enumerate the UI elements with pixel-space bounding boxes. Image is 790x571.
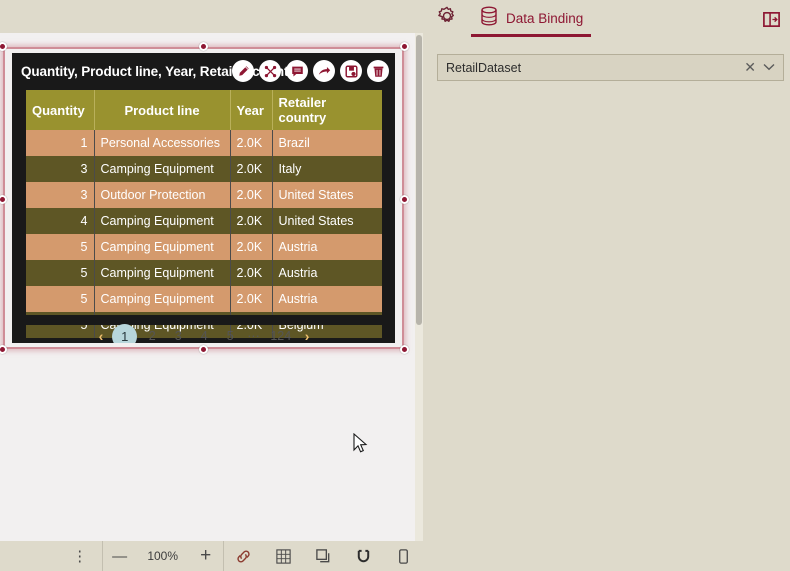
dataset-selector[interactable]: RetailDataset ✕ bbox=[437, 54, 784, 81]
table-row: 5 Camping Equipment 2.0K Austria bbox=[26, 234, 382, 260]
data-binding-tab-label: Data Binding bbox=[506, 11, 584, 26]
canvas-vertical-scrollbar[interactable] bbox=[415, 33, 423, 541]
dataset-name: RetailDataset bbox=[446, 60, 522, 75]
zoom-out-button[interactable]: — bbox=[103, 541, 137, 571]
table-row: 5 Camping Equipment 2.0K Austria bbox=[26, 260, 382, 286]
clear-dataset-icon[interactable]: ✕ bbox=[737, 59, 763, 76]
cell-year: 2.0K bbox=[230, 260, 273, 286]
bottom-toolbar: ⋮ — 100% + bbox=[0, 541, 423, 571]
column-header[interactable]: Product line bbox=[94, 90, 231, 130]
cell-retailer-country: Austria bbox=[272, 286, 382, 312]
cell-year: 2.0K bbox=[230, 234, 273, 260]
database-icon bbox=[479, 5, 499, 32]
cell-product-line: Camping Equipment bbox=[94, 208, 231, 234]
pagination: ‹ 1 2 3 4 5 ··· 124 › bbox=[26, 321, 382, 343]
pagination-page-5[interactable]: 5 bbox=[219, 329, 241, 343]
grid-icon[interactable] bbox=[264, 541, 304, 571]
link-icon[interactable] bbox=[224, 541, 264, 571]
table-row: 5 Camping Equipment 2.0K Austria bbox=[26, 286, 382, 312]
cell-retailer-country: United States bbox=[272, 182, 382, 208]
resize-handle-bottom-center[interactable] bbox=[199, 345, 208, 354]
mouse-cursor bbox=[353, 432, 368, 459]
cell-product-line: Camping Equipment bbox=[94, 260, 231, 286]
resize-handle-top-right[interactable] bbox=[400, 42, 409, 51]
cell-quantity: 5 bbox=[26, 286, 95, 312]
scrollbar-thumb[interactable] bbox=[416, 35, 422, 325]
pagination-ellipsis: ··· bbox=[247, 329, 260, 343]
cell-quantity: 1 bbox=[26, 130, 95, 156]
cell-retailer-country: Austria bbox=[272, 260, 382, 286]
mobile-icon[interactable] bbox=[383, 541, 423, 571]
resize-handle-middle-right[interactable] bbox=[400, 195, 409, 204]
comment-icon[interactable] bbox=[286, 60, 308, 82]
table-row: 3 Camping Equipment 2.0K Italy bbox=[26, 156, 382, 182]
table-widget[interactable]: Quantity, Product line, Year, Retailer c… bbox=[12, 53, 395, 343]
pagination-page-3[interactable]: 3 bbox=[167, 329, 189, 343]
bottom-kebab-menu[interactable]: ⋮ bbox=[58, 541, 102, 571]
pagination-page-last[interactable]: 124 bbox=[266, 329, 296, 343]
cell-product-line: Personal Accessories bbox=[94, 130, 231, 156]
cell-quantity: 3 bbox=[26, 182, 95, 208]
edit-icon[interactable] bbox=[232, 60, 254, 82]
app-root: Quantity, Product line, Year, Retailer c… bbox=[0, 0, 790, 571]
cell-product-line: Outdoor Protection bbox=[94, 182, 231, 208]
canvas-area: Quantity, Product line, Year, Retailer c… bbox=[0, 0, 423, 541]
resize-handle-bottom-right[interactable] bbox=[400, 345, 409, 354]
table-body: 1 Personal Accessories 2.0K Brazil 3 Cam… bbox=[26, 130, 382, 338]
cell-year: 2.0K bbox=[230, 156, 273, 182]
table-header-row: Quantity Product line Year Retailer coun… bbox=[26, 90, 382, 130]
cell-quantity: 5 bbox=[26, 260, 95, 286]
widget-selection[interactable]: Quantity, Product line, Year, Retailer c… bbox=[0, 42, 409, 354]
column-header[interactable]: Year bbox=[230, 90, 273, 130]
cell-quantity: 4 bbox=[26, 208, 95, 234]
cell-quantity: 5 bbox=[26, 234, 95, 260]
cell-retailer-country: Italy bbox=[272, 156, 382, 182]
panel-collapse-icon[interactable] bbox=[760, 8, 782, 30]
layers-icon[interactable] bbox=[303, 541, 343, 571]
cell-year: 2.0K bbox=[230, 286, 273, 312]
pagination-page-1[interactable]: 1 bbox=[112, 323, 138, 343]
expand-icon[interactable] bbox=[259, 60, 281, 82]
cell-product-line: Camping Equipment bbox=[94, 286, 231, 312]
pagination-prev[interactable]: ‹ bbox=[94, 328, 109, 343]
resize-handle-top-center[interactable] bbox=[199, 42, 208, 51]
pagination-page-2[interactable]: 2 bbox=[141, 329, 163, 343]
cell-year: 2.0K bbox=[230, 130, 273, 156]
widget-toolbar bbox=[232, 60, 389, 82]
zoom-controls: — 100% + bbox=[103, 541, 223, 571]
cell-year: 2.0K bbox=[230, 182, 273, 208]
table-row: 4 Camping Equipment 2.0K United States bbox=[26, 208, 382, 234]
settings-tab[interactable] bbox=[423, 5, 471, 32]
data-binding-tab[interactable]: Data Binding bbox=[471, 0, 592, 37]
delete-icon[interactable] bbox=[367, 60, 389, 82]
cell-product-line: Camping Equipment bbox=[94, 156, 231, 182]
cell-retailer-country: Brazil bbox=[272, 130, 382, 156]
share-icon[interactable] bbox=[313, 60, 335, 82]
magnet-icon[interactable] bbox=[343, 541, 383, 571]
table-row: 1 Personal Accessories 2.0K Brazil bbox=[26, 130, 382, 156]
right-panel: Data Binding RetailDataset ✕ Columns Qua… bbox=[423, 0, 790, 571]
canvas-top-strip bbox=[0, 0, 423, 33]
cell-quantity: 3 bbox=[26, 156, 95, 182]
panel-tab-bar: Data Binding bbox=[423, 0, 790, 37]
cell-year: 2.0K bbox=[230, 208, 273, 234]
zoom-level: 100% bbox=[147, 549, 179, 563]
cell-product-line: Camping Equipment bbox=[94, 234, 231, 260]
data-table[interactable]: Quantity Product line Year Retailer coun… bbox=[26, 90, 382, 338]
cell-retailer-country: Austria bbox=[272, 234, 382, 260]
gear-icon bbox=[436, 5, 458, 32]
column-header[interactable]: Quantity bbox=[26, 90, 95, 130]
zoom-in-button[interactable]: + bbox=[189, 541, 223, 571]
table-row: 3 Outdoor Protection 2.0K United States bbox=[26, 182, 382, 208]
pagination-page-4[interactable]: 4 bbox=[193, 329, 215, 343]
column-header[interactable]: Retailer country bbox=[272, 90, 382, 130]
chevron-down-icon[interactable] bbox=[763, 62, 775, 74]
pagination-next[interactable]: › bbox=[300, 328, 315, 343]
cell-retailer-country: United States bbox=[272, 208, 382, 234]
save-icon[interactable] bbox=[340, 60, 362, 82]
